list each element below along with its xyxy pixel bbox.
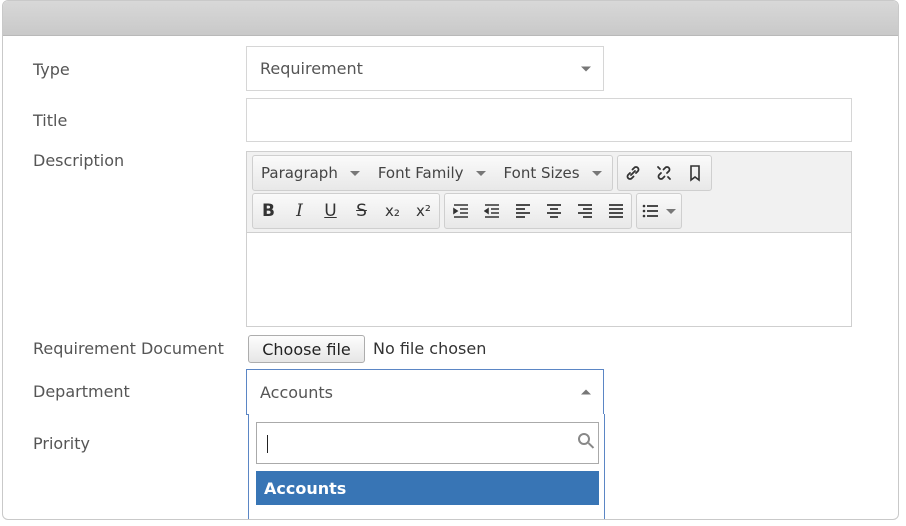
superscript-icon: x² bbox=[416, 202, 431, 220]
chevron-up-icon bbox=[581, 389, 591, 395]
unlink-icon bbox=[657, 166, 671, 180]
window-titlebar bbox=[3, 1, 898, 36]
department-select-value: Accounts bbox=[260, 382, 333, 402]
department-option-partial[interactable] bbox=[256, 511, 599, 519]
align-right-icon bbox=[577, 204, 592, 218]
department-select[interactable]: Accounts bbox=[246, 369, 604, 415]
subscript-icon: x₂ bbox=[385, 202, 400, 220]
align-left-icon bbox=[515, 204, 530, 218]
bullet-list-button[interactable] bbox=[637, 194, 681, 228]
indent-icon bbox=[483, 204, 499, 218]
department-label: Department bbox=[33, 382, 130, 401]
list-group bbox=[636, 193, 682, 229]
search-icon bbox=[578, 433, 590, 445]
department-option-accounts[interactable]: Accounts bbox=[256, 471, 599, 505]
link-button[interactable] bbox=[618, 156, 649, 190]
paragraph-dropdown-label: Paragraph bbox=[261, 164, 338, 182]
description-editor-body[interactable] bbox=[247, 233, 851, 326]
bullet-list-icon bbox=[642, 204, 658, 218]
bold-icon: B bbox=[262, 201, 275, 221]
requirement-document-label: Requirement Document bbox=[33, 339, 224, 358]
font-sizes-dropdown-label: Font Sizes bbox=[503, 164, 580, 182]
link-icon bbox=[626, 166, 640, 180]
link-button-group bbox=[616, 155, 712, 191]
indent-button[interactable] bbox=[476, 194, 507, 228]
bookmark-icon bbox=[690, 165, 700, 182]
title-label: Title bbox=[33, 111, 68, 130]
italic-button[interactable]: I bbox=[284, 194, 315, 228]
font-sizes-dropdown[interactable]: Font Sizes bbox=[496, 156, 612, 190]
file-status-text: No file chosen bbox=[373, 339, 487, 358]
format-dropdown-group: Paragraph Font Family Font Sizes bbox=[252, 155, 613, 191]
toolbar-row-2: B I U S x₂ x² bbox=[252, 193, 686, 229]
underline-icon: U bbox=[324, 201, 337, 221]
chevron-down-icon bbox=[591, 170, 602, 176]
italic-icon: I bbox=[296, 201, 303, 221]
chevron-down-icon bbox=[475, 170, 486, 176]
choose-file-button[interactable]: Choose file bbox=[248, 335, 365, 363]
underline-button[interactable]: U bbox=[315, 194, 346, 228]
align-right-button[interactable] bbox=[569, 194, 600, 228]
align-center-button[interactable] bbox=[538, 194, 569, 228]
align-justify-button[interactable] bbox=[600, 194, 631, 228]
font-family-dropdown-label: Font Family bbox=[377, 164, 464, 182]
bookmark-button[interactable] bbox=[680, 156, 711, 190]
editor-toolbar: Paragraph Font Family Font Sizes B I U S… bbox=[247, 152, 851, 233]
chevron-down-icon bbox=[666, 208, 676, 214]
text-cursor bbox=[267, 435, 268, 453]
bold-button[interactable]: B bbox=[253, 194, 284, 228]
superscript-button[interactable]: x² bbox=[408, 194, 439, 228]
outdent-button[interactable] bbox=[445, 194, 476, 228]
toolbar-row-1: Paragraph Font Family Font Sizes bbox=[252, 155, 716, 191]
align-left-button[interactable] bbox=[507, 194, 538, 228]
font-family-dropdown[interactable]: Font Family bbox=[370, 156, 496, 190]
text-style-group: B I U S x₂ x² bbox=[252, 193, 440, 229]
type-select[interactable]: Requirement bbox=[246, 46, 604, 91]
department-dropdown: Accounts bbox=[248, 414, 605, 519]
strikethrough-button[interactable]: S bbox=[346, 194, 377, 228]
type-select-value: Requirement bbox=[260, 59, 363, 78]
type-label: Type bbox=[33, 60, 70, 79]
align-justify-icon bbox=[608, 204, 623, 218]
paragraph-dropdown[interactable]: Paragraph bbox=[253, 156, 370, 190]
alignment-group bbox=[444, 193, 632, 229]
title-input[interactable] bbox=[246, 98, 852, 142]
description-label: Description bbox=[33, 151, 125, 170]
unlink-button[interactable] bbox=[649, 156, 680, 190]
department-search-input[interactable] bbox=[256, 422, 599, 464]
strikethrough-icon: S bbox=[356, 201, 367, 221]
description-editor: Paragraph Font Family Font Sizes B I U S… bbox=[246, 151, 852, 327]
priority-label: Priority bbox=[33, 434, 90, 453]
form-window: Type Requirement Title Description Parag… bbox=[2, 0, 899, 520]
chevron-down-icon bbox=[581, 66, 591, 71]
outdent-icon bbox=[452, 204, 468, 218]
align-center-icon bbox=[546, 204, 561, 218]
subscript-button[interactable]: x₂ bbox=[377, 194, 408, 228]
chevron-down-icon bbox=[349, 170, 360, 176]
